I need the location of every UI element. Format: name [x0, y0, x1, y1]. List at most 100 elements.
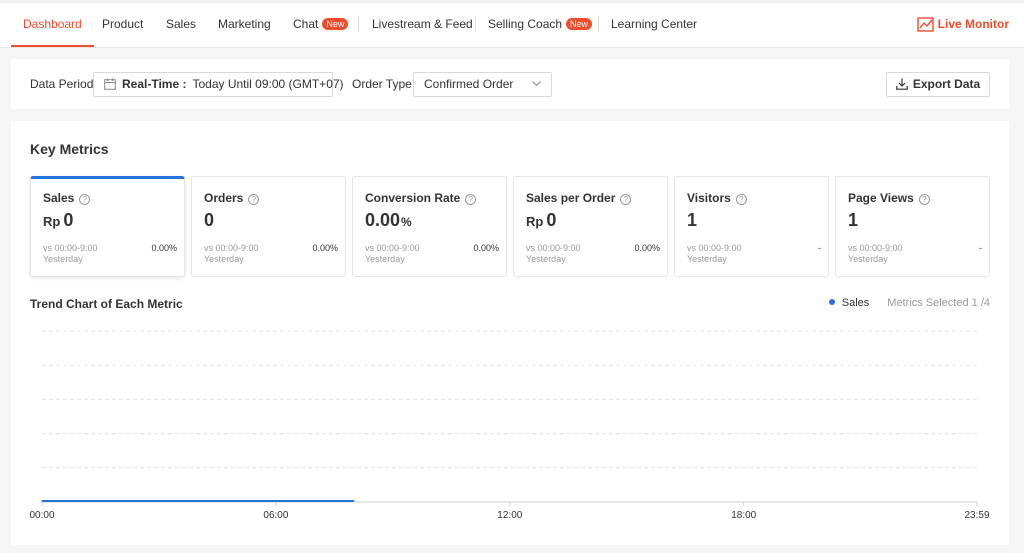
metric-value-row: Rp 0 — [526, 210, 556, 231]
metric-value-row: 0 — [204, 210, 214, 231]
comparison-day: Yesterday — [204, 254, 244, 264]
comparison-period: vs 00:00-9:00 Yesterday — [365, 243, 420, 265]
comparison-range: vs 00:00-9:00 — [848, 243, 903, 253]
comparison-day: Yesterday — [526, 254, 566, 264]
help-icon[interactable]: ? — [735, 194, 747, 205]
x-tick-label: 06:00 — [263, 510, 288, 521]
comparison-range: vs 00:00-9:00 — [526, 243, 581, 253]
export-label: Export Data — [912, 77, 981, 91]
tab-label: Sales — [166, 17, 197, 31]
top-navigation: Dashboard Product Sales Marketing Chat Ne… — [0, 0, 1024, 48]
metric-card-page-views[interactable]: Page Views? 1 vs 00:00-9:00 Yesterday - — [835, 176, 990, 277]
metric-name-row: Sales per Order? — [526, 191, 632, 205]
metric-value: 1 — [687, 210, 698, 230]
tab-marketing[interactable]: Marketing — [218, 0, 271, 47]
metric-name: Sales — [43, 191, 75, 205]
tab-selling-coach[interactable]: Selling Coach New — [488, 0, 593, 47]
metric-name: Conversion Rate — [365, 191, 461, 205]
help-icon[interactable]: ? — [620, 194, 632, 205]
comparison-day: Yesterday — [687, 254, 727, 264]
data-period-label: Data Period — [30, 77, 94, 91]
date-mode: Real-Time : — [122, 77, 187, 91]
x-tick-label: 18:00 — [731, 510, 756, 521]
new-badge: New — [566, 18, 593, 30]
metric-name: Sales per Order — [526, 191, 616, 205]
currency-prefix: Rp — [43, 214, 61, 229]
nav-divider — [358, 16, 359, 32]
x-tick-label: 00:00 — [29, 510, 54, 521]
metric-card-sales[interactable]: Sales? Rp 0 vs 00:00-9:00 Yesterday 0.00% — [30, 176, 185, 277]
tab-label: Learning Center — [611, 17, 698, 31]
key-metrics-title: Key Metrics — [30, 141, 109, 157]
chart-legend: Sales Metrics Selected 1 /4 — [828, 297, 990, 309]
percent-suffix: % — [401, 215, 412, 229]
metric-name: Visitors — [687, 191, 731, 205]
tab-label: Chat — [293, 17, 319, 31]
metric-name-row: Conversion Rate? — [365, 191, 477, 205]
chevron-down-icon — [532, 81, 541, 87]
metric-card-visitors[interactable]: Visitors? 1 vs 00:00-9:00 Yesterday - — [674, 176, 829, 277]
date-range: Today Until 09:00 (GMT+07) — [192, 77, 344, 91]
legend-dot — [828, 299, 835, 305]
comparison-range: vs 00:00-9:00 — [365, 243, 420, 253]
metric-value-row: 0.00% — [365, 210, 412, 231]
comparison-day: Yesterday — [43, 254, 83, 264]
metric-value-row: 1 — [848, 210, 858, 231]
metric-change: - — [818, 243, 821, 253]
metric-change: 0.00% — [312, 243, 338, 253]
tab-label: Livestream & Feed — [372, 17, 473, 31]
order-type-label: Order Type — [352, 77, 412, 91]
order-type-select[interactable]: Confirmed Order — [413, 72, 552, 97]
metric-value-row: 1 — [687, 210, 697, 231]
metric-value: 0 — [204, 210, 215, 230]
data-point — [41, 500, 43, 502]
metric-name-row: Visitors? — [687, 191, 747, 205]
metric-name-row: Orders? — [204, 191, 260, 205]
tab-product[interactable]: Product — [102, 0, 143, 47]
data-point — [119, 500, 121, 502]
key-metrics-panel: Key Metrics Sales? Rp 0 vs 00:00-9:00 Yest… — [11, 121, 1009, 545]
metric-card-orders[interactable]: Orders? 0 vs 00:00-9:00 Yesterday 0.00% — [191, 176, 346, 277]
legend-item-sales[interactable]: Sales — [842, 297, 870, 309]
data-point — [80, 500, 82, 502]
x-tick-label: 12:00 — [497, 510, 522, 521]
filter-bar: Data Period Real-Time : Today Until 09:00… — [11, 59, 1009, 109]
metric-card-conversion-rate[interactable]: Conversion Rate? 0.00% vs 00:00-9:00 Yest… — [352, 176, 507, 277]
metric-card-sales-per-order[interactable]: Sales per Order? Rp 0 vs 00:00-9:00 Yester… — [513, 176, 668, 277]
date-period-picker[interactable]: Real-Time : Today Until 09:00 (GMT+07) — [93, 72, 344, 97]
tab-chat[interactable]: Chat New — [293, 0, 349, 47]
help-icon[interactable]: ? — [248, 194, 260, 205]
metric-change: 0.00% — [634, 243, 660, 253]
new-badge: New — [322, 18, 349, 30]
tab-label: Dashboard — [23, 17, 82, 31]
comparison-day: Yesterday — [365, 254, 405, 264]
metric-change: 0.00% — [473, 243, 499, 253]
tab-learning-center[interactable]: Learning Center — [611, 0, 697, 47]
order-type-value: Confirmed Order — [424, 77, 514, 91]
comparison-day: Yesterday — [848, 254, 888, 264]
metric-name-row: Sales? — [43, 191, 91, 205]
tab-dashboard[interactable]: Dashboard — [11, 0, 94, 47]
tab-sales[interactable]: Sales — [166, 0, 196, 47]
metric-value: 0 — [546, 210, 557, 230]
comparison-range: vs 00:00-9:00 — [204, 243, 259, 253]
nav-divider — [598, 16, 599, 32]
currency-prefix: Rp — [526, 214, 544, 229]
x-tick-label: 23:59 — [964, 510, 989, 521]
export-data-button[interactable]: Export Data — [886, 72, 990, 97]
live-monitor-button[interactable]: Live Monitor — [916, 0, 1009, 47]
metric-value: 0 — [63, 210, 74, 230]
help-icon[interactable]: ? — [465, 194, 477, 205]
metric-change: - — [979, 243, 982, 253]
help-icon[interactable]: ? — [918, 194, 930, 205]
metric-value: 1 — [848, 210, 859, 230]
live-monitor-label: Live Monitor — [937, 17, 1009, 31]
tab-label: Product — [102, 17, 144, 31]
help-icon[interactable]: ? — [79, 194, 91, 205]
comparison-range: vs 00:00-9:00 — [687, 243, 742, 253]
metric-value-row: Rp 0 — [43, 210, 73, 231]
data-point — [353, 500, 355, 502]
comparison-period: vs 00:00-9:00 Yesterday — [43, 243, 98, 265]
tab-livestream-feed[interactable]: Livestream & Feed — [372, 0, 473, 47]
tab-label: Selling Coach — [488, 17, 563, 31]
